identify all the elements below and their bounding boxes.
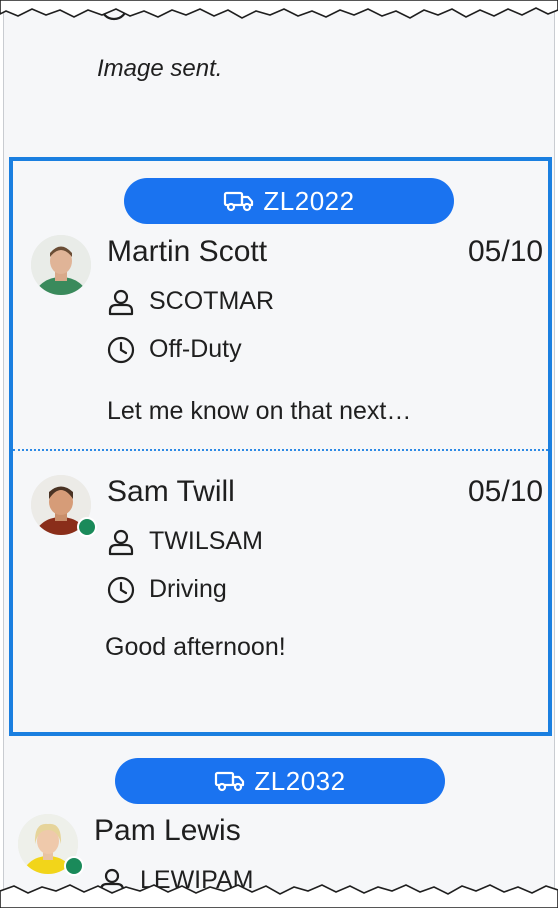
contact-name: Pam Lewis (94, 814, 241, 847)
truck-badge[interactable]: ZL2032 (115, 758, 445, 804)
status-row: Driving (107, 575, 227, 604)
truck-icon (215, 771, 245, 792)
user-id: SCOTMAR (149, 287, 274, 315)
avatar (31, 235, 91, 295)
message-date: 05/10 (468, 475, 544, 508)
user-icon (108, 289, 134, 315)
status-row: Off-Duty (107, 335, 242, 364)
conversation-group-selected[interactable]: ZL2022 Martin Scott 05/10 SCOTMAR Off-Du… (9, 157, 552, 736)
message-snippet: Good afternoon! (105, 633, 286, 661)
clock-icon (107, 576, 135, 603)
truck-icon (224, 191, 254, 212)
torn-edge-top (0, 0, 558, 19)
message-list: Image sent. ZL2022 Martin Scott 05/10 SC… (3, 0, 555, 908)
previous-message-snippet: Image sent. (97, 55, 223, 82)
online-status-dot (77, 517, 97, 537)
truck-id: ZL2032 (254, 765, 346, 796)
contact-name: Martin Scott (107, 235, 268, 268)
user-icon (108, 529, 134, 555)
conversation-divider (13, 449, 548, 451)
duty-status: Driving (149, 575, 227, 603)
message-snippet: Let me know on that next… (107, 397, 412, 425)
online-status-dot (64, 856, 84, 876)
contact-name: Sam Twill (107, 475, 235, 508)
user-id-row: SCOTMAR (107, 287, 274, 316)
message-date: 05/10 (468, 235, 544, 268)
clock-icon (107, 336, 135, 363)
user-id-row: TWILSAM (107, 527, 263, 556)
truck-id: ZL2022 (263, 185, 355, 216)
user-id: TWILSAM (149, 527, 263, 555)
truck-badge[interactable]: ZL2022 (124, 178, 454, 224)
torn-edge-bottom (0, 884, 558, 908)
duty-status: Off-Duty (149, 335, 242, 363)
